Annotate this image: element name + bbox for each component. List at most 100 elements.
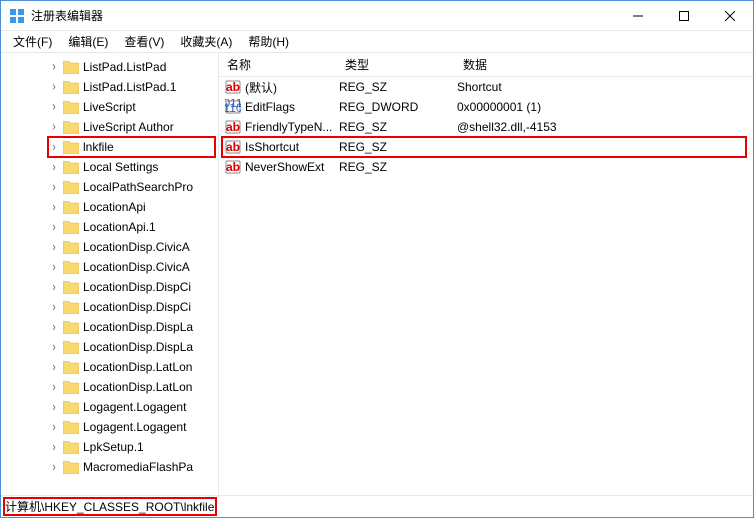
tree-item-label: LocationDisp.CivicA (83, 260, 190, 274)
tree-item[interactable]: LocationDisp.DispCi (1, 277, 218, 297)
tree-item[interactable]: LocationDisp.DispLa (1, 337, 218, 357)
value-data: @shell32.dll,-4153 (457, 120, 753, 134)
tree-item-label: ListPad.ListPad (83, 60, 166, 74)
menu-file[interactable]: 文件(F) (5, 31, 60, 52)
expand-icon[interactable] (49, 222, 59, 233)
tree-item[interactable]: LpkSetup.1 (1, 437, 218, 457)
value-name: EditFlags (245, 100, 339, 114)
col-header-type[interactable]: 类型 (337, 56, 455, 73)
tree-item[interactable]: LocationDisp.CivicA (1, 257, 218, 277)
menu-edit[interactable]: 编辑(E) (60, 31, 116, 52)
tree-item[interactable]: LocationApi (1, 197, 218, 217)
svg-text:ab: ab (226, 80, 240, 94)
tree-item-label: MacromediaFlashPa (83, 460, 193, 474)
tree-item-label: LocationDisp.DispLa (83, 320, 193, 334)
folder-icon (63, 61, 79, 74)
registry-tree: ListPad.ListPad ListPad.ListPad.1 LiveScri… (1, 53, 218, 481)
tree-item[interactable]: LocationDisp.CivicA (1, 237, 218, 257)
col-header-data[interactable]: 数据 (455, 56, 753, 73)
expand-icon[interactable] (49, 282, 59, 293)
tree-item[interactable]: Logagent.Logagent (1, 397, 218, 417)
expand-icon[interactable] (49, 342, 59, 353)
tree-item[interactable]: MacromediaFlashPa (1, 457, 218, 477)
menu-help[interactable]: 帮助(H) (240, 31, 297, 52)
status-path: 计算机\HKEY_CLASSES_ROOT\lnkfile (5, 498, 214, 515)
tree-item-label: LocationApi.1 (83, 220, 156, 234)
folder-icon (63, 281, 79, 294)
menu-favorites[interactable]: 收藏夹(A) (172, 31, 240, 52)
expand-icon[interactable] (49, 182, 59, 193)
folder-icon (63, 401, 79, 414)
tree-item-label: LpkSetup.1 (83, 440, 144, 454)
tree-item-label: lnkfile (83, 140, 114, 154)
folder-icon (63, 321, 79, 334)
value-row[interactable]: abIsShortcutREG_SZ (219, 137, 753, 157)
value-data: Shortcut (457, 80, 753, 94)
expand-icon[interactable] (49, 362, 59, 373)
folder-icon (63, 221, 79, 234)
tree-item-label: Logagent.Logagent (83, 420, 186, 434)
tree-item[interactable]: ListPad.ListPad (1, 57, 218, 77)
tree-item[interactable]: LocationDisp.LatLon (1, 357, 218, 377)
expand-icon[interactable] (49, 162, 59, 173)
close-button[interactable] (707, 1, 753, 31)
expand-icon[interactable] (49, 62, 59, 73)
status-bar: 计算机\HKEY_CLASSES_ROOT\lnkfile (1, 495, 753, 517)
tree-item[interactable]: LocationDisp.LatLon (1, 377, 218, 397)
menu-bar: 文件(F) 编辑(E) 查看(V) 收藏夹(A) 帮助(H) (1, 31, 753, 53)
expand-icon[interactable] (49, 442, 59, 453)
tree-item-label: Logagent.Logagent (83, 400, 186, 414)
folder-icon (63, 141, 79, 154)
tree-item[interactable]: Local Settings (1, 157, 218, 177)
expand-icon[interactable] (49, 142, 59, 153)
tree-item[interactable]: LocationDisp.DispCi (1, 297, 218, 317)
value-row[interactable]: ab(默认)REG_SZShortcut (219, 77, 753, 97)
tree-item[interactable]: ListPad.ListPad.1 (1, 77, 218, 97)
tree-item-label: LocationDisp.DispCi (83, 300, 191, 314)
value-row[interactable]: abFriendlyTypeN...REG_SZ@shell32.dll,-41… (219, 117, 753, 137)
expand-icon[interactable] (49, 202, 59, 213)
expand-icon[interactable] (49, 422, 59, 433)
folder-icon (63, 101, 79, 114)
expand-icon[interactable] (49, 82, 59, 93)
value-type: REG_SZ (339, 160, 457, 174)
tree-item-label: LiveScript (83, 100, 136, 114)
expand-icon[interactable] (49, 122, 59, 133)
folder-icon (63, 121, 79, 134)
expand-icon[interactable] (49, 382, 59, 393)
folder-icon (63, 81, 79, 94)
value-type: REG_SZ (339, 120, 457, 134)
folder-icon (63, 361, 79, 374)
tree-pane[interactable]: ListPad.ListPad ListPad.ListPad.1 LiveScri… (1, 53, 219, 495)
col-header-name[interactable]: 名称 (219, 56, 337, 73)
tree-item[interactable]: lnkfile (1, 137, 218, 157)
folder-icon (63, 461, 79, 474)
maximize-button[interactable] (661, 1, 707, 31)
menu-view[interactable]: 查看(V) (116, 31, 172, 52)
expand-icon[interactable] (49, 322, 59, 333)
expand-icon[interactable] (49, 402, 59, 413)
minimize-button[interactable] (615, 1, 661, 31)
tree-item[interactable]: LiveScript (1, 97, 218, 117)
expand-icon[interactable] (49, 262, 59, 273)
value-row[interactable]: 011110EditFlagsREG_DWORD0x00000001 (1) (219, 97, 753, 117)
tree-item-label: LocationDisp.DispCi (83, 280, 191, 294)
tree-item[interactable]: LocationApi.1 (1, 217, 218, 237)
expand-icon[interactable] (49, 302, 59, 313)
tree-item[interactable]: LocalPathSearchPro (1, 177, 218, 197)
tree-item-label: LocalPathSearchPro (83, 180, 193, 194)
tree-item-label: ListPad.ListPad.1 (83, 80, 176, 94)
expand-icon[interactable] (49, 462, 59, 473)
value-data: 0x00000001 (1) (457, 100, 753, 114)
value-row[interactable]: abNeverShowExtREG_SZ (219, 157, 753, 177)
tree-item-label: LiveScript Author (83, 120, 174, 134)
tree-item[interactable]: Logagent.Logagent (1, 417, 218, 437)
app-icon (9, 8, 25, 24)
tree-item-label: LocationDisp.LatLon (83, 360, 192, 374)
values-pane[interactable]: 名称 类型 数据 ab(默认)REG_SZShortcut011110EditF… (219, 53, 753, 495)
tree-item[interactable]: LocationDisp.DispLa (1, 317, 218, 337)
tree-item[interactable]: LiveScript Author (1, 117, 218, 137)
expand-icon[interactable] (49, 102, 59, 113)
list-body: ab(默认)REG_SZShortcut011110EditFlagsREG_D… (219, 77, 753, 177)
expand-icon[interactable] (49, 242, 59, 253)
